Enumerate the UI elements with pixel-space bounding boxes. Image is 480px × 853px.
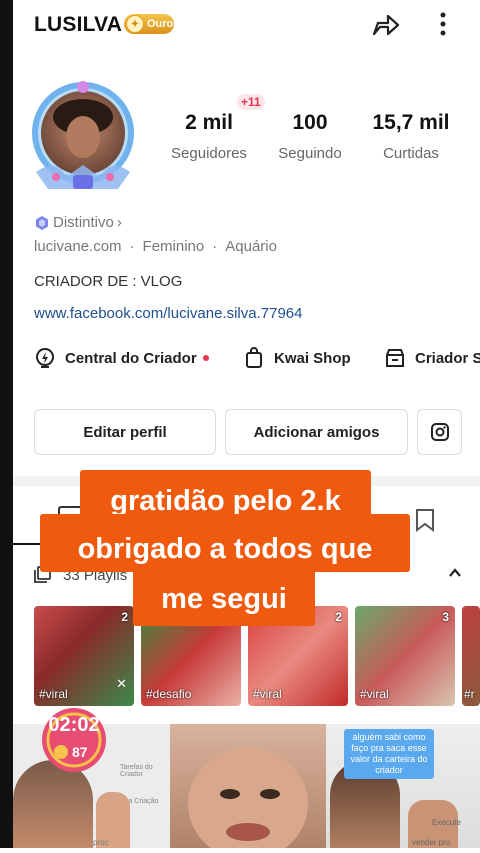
overlay-line-1: gratidão pelo 2.k (110, 485, 341, 517)
coin-icon: ✦ (126, 15, 144, 33)
playlist-tag: #viral (253, 687, 282, 701)
video-count: 3 (442, 610, 449, 624)
video-face-image (170, 724, 326, 853)
tab-saved[interactable] (414, 508, 436, 537)
playlist-tag: #viral (39, 687, 68, 701)
followers-count[interactable]: 2 mil (168, 111, 250, 135)
coin-count: 87 (72, 744, 88, 760)
meta-separator: · (212, 238, 218, 255)
share-icon[interactable] (368, 8, 402, 42)
profile-meta: lucivane.com · Feminino · Aquário (34, 238, 277, 255)
distinctive-label: Distintivo (53, 214, 114, 231)
instagram-button[interactable] (417, 409, 462, 455)
username-title: LUSILVA (34, 13, 123, 36)
live-timer-widget[interactable]: 02:02 87 (34, 706, 114, 774)
bg-label-proc: proc (93, 838, 109, 847)
overlay-caption: obrigado a todos que (40, 514, 410, 572)
badge-label: Ouro (147, 18, 174, 30)
likes-count[interactable]: 15,7 mil (364, 111, 458, 135)
playlist-thumbnail[interactable]: 3 #viral (355, 606, 455, 706)
facebook-link[interactable]: www.facebook.com/lucivane.silva.77964 (34, 305, 302, 322)
more-options-icon[interactable] (436, 10, 450, 40)
playlist-thumbnail[interactable]: #r (462, 606, 480, 706)
close-icon[interactable]: ✕ (116, 676, 127, 692)
edit-profile-button[interactable]: Editar perfil (34, 409, 216, 455)
creator-center-tool[interactable]: Central do Criador (34, 347, 209, 369)
bookmark-icon (416, 509, 434, 532)
zodiac-text: Aquário (225, 238, 277, 255)
bio-text: CRIADOR DE : VLOG (34, 273, 183, 290)
avatar[interactable] (26, 77, 140, 195)
instagram-icon (430, 423, 449, 441)
bg-label-vender: vender pro (412, 838, 451, 847)
following-label[interactable]: Seguindo (270, 145, 350, 162)
following-count[interactable]: 100 (275, 111, 345, 135)
creator-center-label: Central do Criador (65, 349, 197, 367)
creator-center-icon (36, 348, 54, 368)
timer-text: 02:02 (48, 714, 100, 736)
playlist-tag: #r (464, 687, 475, 701)
overlay-line-3: me segui (161, 583, 287, 615)
creator-store-tool[interactable]: Criador S (384, 347, 480, 369)
left-edge-bar (0, 0, 13, 848)
gold-badge[interactable]: ✦ Ouro (124, 14, 174, 34)
meta-separator: · (129, 238, 135, 255)
gender-text: Feminino (142, 238, 205, 255)
creator-store-label: Criador S (415, 349, 480, 367)
likes-label[interactable]: Curtidas (364, 145, 458, 162)
overlay-caption: me segui (133, 570, 315, 626)
distinctive-link[interactable]: Distintivo › (34, 214, 122, 231)
playlist-tag: #desafio (146, 687, 192, 701)
video-count: 2 (121, 610, 128, 624)
kwai-shop-tool[interactable]: Kwai Shop (243, 347, 351, 369)
kwai-shop-label: Kwai Shop (274, 349, 351, 367)
notification-dot (202, 355, 209, 361)
overlay-line-2: obrigado a todos que (77, 533, 373, 565)
chevron-up-icon[interactable] (448, 564, 462, 585)
playlist-tag: #viral (360, 687, 389, 701)
video-count: 2 (335, 610, 342, 624)
chevron-right-icon: › (116, 214, 122, 231)
playlist-thumbnail[interactable]: 2 #viral ✕ (34, 606, 134, 706)
video-caption: alguém sabi como faço pra saca esse valo… (344, 729, 434, 779)
bg-label-executar: Execute (432, 818, 461, 827)
coin-icon (54, 745, 68, 759)
website-text: lucivane.com (34, 238, 122, 255)
add-friends-button[interactable]: Adicionar amigos (225, 409, 408, 455)
shopping-bag-icon (246, 347, 262, 368)
store-icon (386, 349, 404, 367)
followers-label[interactable]: Seguidores (160, 145, 258, 162)
hexagon-badge-icon (36, 215, 48, 230)
bg-label-tarefas: Tarefas do Criador (120, 764, 153, 778)
new-followers-badge: +11 (237, 94, 265, 110)
